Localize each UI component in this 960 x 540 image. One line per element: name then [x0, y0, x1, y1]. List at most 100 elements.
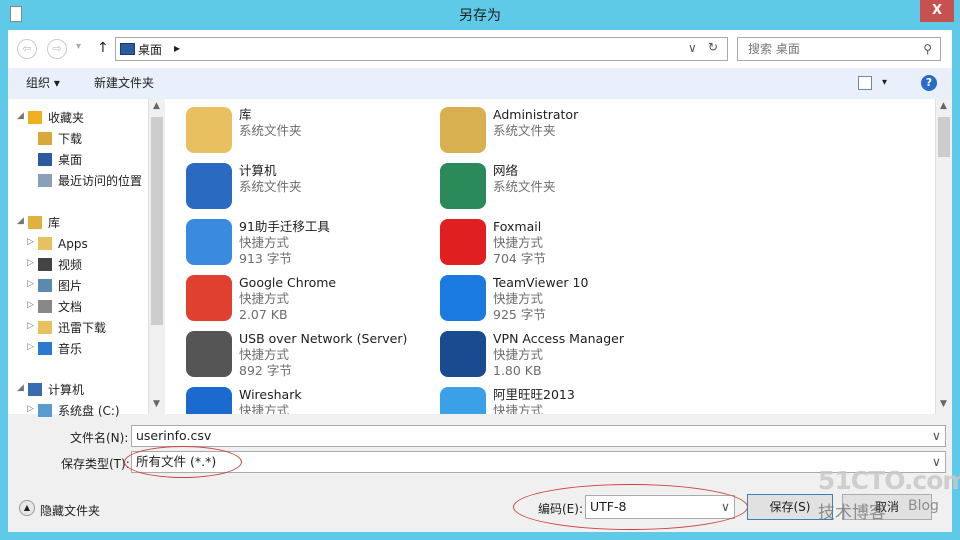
sidebar-item[interactable]: 图片: [38, 276, 82, 296]
help-icon[interactable]: ?: [921, 75, 937, 91]
sidebar-item[interactable]: Apps: [38, 234, 88, 254]
expand-arrow-icon[interactable]: ▷: [27, 404, 34, 414]
sidebar-item[interactable]: 迅雷下载: [38, 318, 106, 338]
expand-arrow-icon[interactable]: ◢: [17, 111, 24, 121]
content-scrollbar[interactable]: ▲ ▼: [935, 99, 952, 414]
search-placeholder: 搜索 桌面: [748, 42, 800, 56]
sidebar-item[interactable]: 桌面: [38, 150, 82, 170]
chrome-icon: [186, 275, 232, 321]
expand-arrow-icon[interactable]: ▷: [27, 300, 34, 310]
organize-button[interactable]: 组织 ▾: [26, 68, 60, 98]
file-item[interactable]: Administrator 系统文件夹: [440, 107, 690, 161]
expand-arrow-icon[interactable]: ▷: [27, 279, 34, 289]
aliwangwang-icon: [440, 387, 486, 414]
toolbar: 组织 ▾ 新建文件夹 ▾ ?: [8, 68, 952, 99]
content-scroll-thumb[interactable]: [938, 117, 950, 157]
close-button[interactable]: X: [920, 0, 954, 22]
file-item[interactable]: Google Chrome 快捷方式 2.07 KB: [186, 275, 436, 329]
foxmail-icon: [440, 219, 486, 265]
annotation-ellipse: [124, 446, 242, 478]
file-detail: 892 字节: [239, 363, 292, 378]
video-icon: [38, 258, 52, 271]
new-folder-button[interactable]: 新建文件夹: [94, 68, 154, 98]
sidebar-item[interactable]: 收藏夹: [28, 108, 84, 128]
file-item[interactable]: 库系统文件夹: [186, 107, 436, 161]
file-name: 计算机: [239, 163, 277, 178]
file-item[interactable]: 计算机 系统文件夹: [186, 163, 436, 217]
search-input[interactable]: 搜索 桌面 ⚲: [737, 37, 941, 61]
search-icon[interactable]: ⚲: [923, 38, 932, 60]
view-dropdown[interactable]: ▾: [882, 68, 887, 98]
file-item[interactable]: 91助手迁移工具 快捷方式 913 字节: [186, 219, 436, 273]
recent-locations-button[interactable]: ▾: [76, 41, 81, 52]
file-item[interactable]: 阿里旺旺2013 快捷方式: [440, 387, 690, 414]
address-text[interactable]: 桌面: [138, 41, 162, 58]
sidebar-item[interactable]: 视频: [38, 255, 82, 275]
sidebar-scrollbar[interactable]: ▲ ▼: [148, 99, 165, 414]
expand-arrow-icon[interactable]: ◢: [17, 216, 24, 226]
view-options-icon[interactable]: [858, 76, 872, 90]
sidebar-item-label: 音乐: [58, 342, 83, 356]
sidebar-item[interactable]: 音乐: [38, 339, 82, 359]
file-item[interactable]: TeamViewer 10 快捷方式 925 字节: [440, 275, 690, 329]
expand-arrow-icon[interactable]: ◢: [17, 383, 24, 393]
folder-icon: [38, 237, 52, 250]
sidebar-item-label: 计算机: [48, 383, 85, 397]
sidebar-item[interactable]: 系统盘 (C:): [38, 401, 120, 421]
file-name: 阿里旺旺2013: [493, 387, 575, 402]
file-detail: 快捷方式: [239, 235, 290, 250]
file-item[interactable]: Foxmail 快捷方式 704 字节: [440, 219, 690, 273]
navigation-pane: [8, 99, 165, 414]
recent-icon: [38, 174, 52, 187]
file-name: Google Chrome: [239, 275, 337, 290]
sidebar-item-label: 库: [48, 216, 61, 230]
file-item[interactable]: USB over Network (Server) 快捷方式 892 字节: [186, 331, 436, 385]
download-icon: [38, 132, 52, 145]
file-detail: 快捷方式: [493, 403, 544, 414]
file-item[interactable]: 网络 系统文件夹: [440, 163, 690, 217]
file-detail: 快捷方式: [493, 347, 544, 362]
file-detail: 快捷方式: [493, 291, 544, 306]
file-detail: 系统文件夹: [493, 179, 556, 194]
watermark-blog: Blog: [908, 498, 939, 514]
forward-button[interactable]: ⇨: [47, 39, 67, 59]
sidebar-item[interactable]: 文档: [38, 297, 82, 317]
address-bar[interactable]: 桌面 ▸ ∨ ↻: [115, 37, 728, 61]
refresh-icon[interactable]: ↻: [708, 40, 718, 54]
back-button[interactable]: ⇦: [17, 39, 37, 59]
file-detail: 925 字节: [493, 307, 546, 322]
library-icon: [28, 216, 42, 229]
desktop-icon: [38, 153, 52, 166]
library-icon: [186, 107, 232, 153]
expand-arrow-icon[interactable]: ▷: [27, 321, 34, 331]
sidebar-item[interactable]: 下载: [38, 129, 82, 149]
expand-arrow-icon[interactable]: ▷: [27, 342, 34, 352]
file-detail: 系统文件夹: [493, 123, 556, 138]
filename-value[interactable]: userinfo.csv: [136, 428, 211, 443]
star-icon: [28, 111, 42, 124]
hide-folders-button[interactable]: 隐藏文件夹: [40, 502, 100, 519]
address-dropdown[interactable]: ∨: [688, 41, 697, 55]
expand-arrow-icon[interactable]: ▷: [27, 258, 34, 268]
file-item[interactable]: Wireshark 快捷方式: [186, 387, 436, 414]
sidebar-item[interactable]: 库: [28, 213, 60, 233]
sidebar-scroll-thumb[interactable]: [151, 117, 163, 325]
file-list: 库系统文件夹 Administrator 系统文件夹 计算机 系统文件夹 网络 系统文件夹 9…: [165, 99, 952, 414]
computer-icon: [186, 163, 232, 209]
picture-icon: [38, 279, 52, 292]
sidebar-item[interactable]: 最近访问的位置: [38, 171, 142, 191]
collapse-icon[interactable]: ▲: [19, 500, 35, 516]
file-detail: 1.80 KB: [493, 363, 542, 378]
sidebar-item-label: 文档: [58, 300, 83, 314]
file-detail: 快捷方式: [239, 291, 290, 306]
app-91-icon: [186, 219, 232, 265]
file-item[interactable]: VPN Access Manager 快捷方式 1.80 KB: [440, 331, 690, 385]
filename-input[interactable]: userinfo.csv ∨: [131, 425, 946, 447]
sidebar-item[interactable]: 计算机: [28, 380, 84, 400]
file-name: Wireshark: [239, 387, 302, 402]
watermark-logo: 51CTO.com: [818, 466, 960, 495]
up-button[interactable]: ↑: [97, 40, 109, 56]
expand-arrow-icon[interactable]: ▷: [27, 237, 34, 247]
address-arrow[interactable]: ▸: [174, 41, 180, 55]
folder-icon: [38, 321, 52, 334]
